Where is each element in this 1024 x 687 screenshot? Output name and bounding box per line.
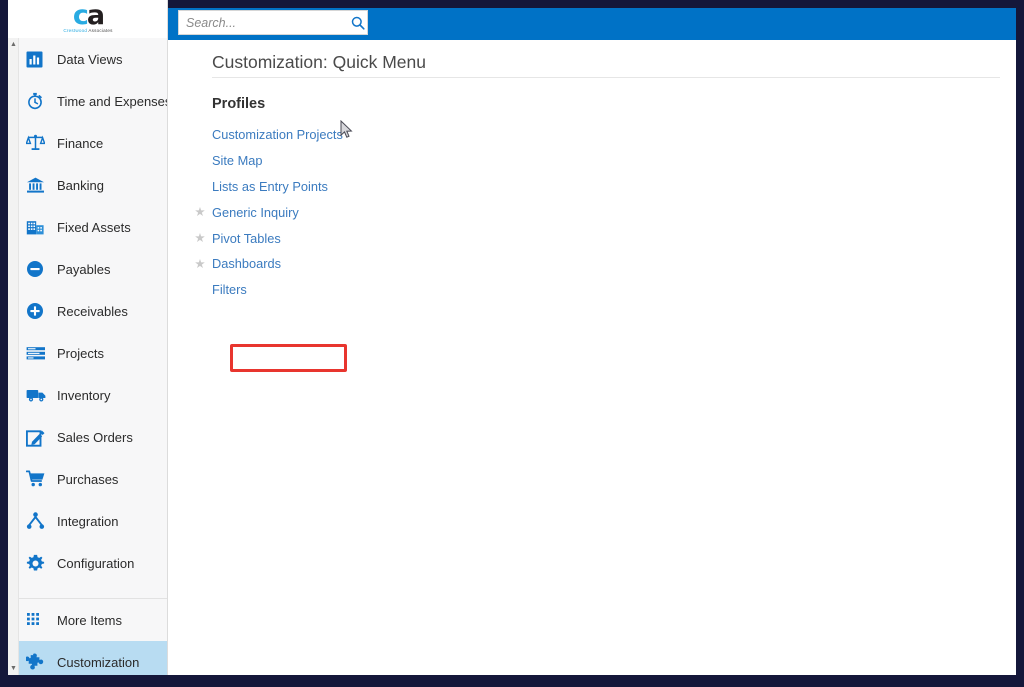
star-icon[interactable]: ★ <box>194 232 206 245</box>
link-lists-as-entry-points[interactable]: Lists as Entry Points <box>212 179 328 194</box>
sidebar-item-customization[interactable]: Customization <box>19 641 167 675</box>
link-generic-inquiry[interactable]: Generic Inquiry <box>212 205 299 220</box>
sidebar-item-label: Time and Expenses <box>57 93 168 109</box>
page-title: Customization: Quick Menu <box>212 52 426 72</box>
sidebar-item-label: Payables <box>57 261 111 277</box>
bank-icon <box>26 174 52 196</box>
sidebar-item-label: Receivables <box>57 303 128 319</box>
title-divider <box>212 77 1000 78</box>
sidebar-item-time-and-expenses[interactable]: Time and Expenses <box>19 80 168 122</box>
building-icon <box>26 216 52 238</box>
sidebar-item-label: Data Views <box>57 51 123 67</box>
main-content-area: Customization: Quick Menu Profiles Custo… <box>168 40 1016 675</box>
truck-icon <box>26 384 52 406</box>
list-item[interactable]: Filters <box>212 277 612 303</box>
list-item[interactable]: ★ Generic Inquiry <box>194 199 612 225</box>
sidebar-item-label: Finance <box>57 135 104 151</box>
sidebar-item-label: Configuration <box>57 555 135 571</box>
search-input[interactable] <box>179 15 349 30</box>
sidebar-item-banking[interactable]: Banking <box>19 164 167 206</box>
sidebar-item-integration[interactable]: Integration <box>19 500 167 542</box>
logo-subtitle-word1: Crestwood <box>63 28 88 33</box>
sidebar-item-data-views[interactable]: Data Views <box>19 38 167 80</box>
left-navigation-sidebar: ca Crestwood Associates ▲ ▼ Data Views T… <box>8 0 168 675</box>
bar-chart-icon <box>26 48 52 70</box>
sidebar-nav-list: Data Views Time and Expenses Finance Ban… <box>19 38 168 675</box>
application-window: ca Crestwood Associates ▲ ▼ Data Views T… <box>0 0 1024 687</box>
edit-square-icon <box>26 426 52 448</box>
node-tree-icon <box>26 510 52 532</box>
sidebar-item-label: Integration <box>57 513 119 529</box>
sidebar-item-label: Sales Orders <box>57 429 133 445</box>
sidebar-item-receivables[interactable]: Receivables <box>19 290 167 332</box>
list-item[interactable]: ★ Pivot Tables <box>194 225 612 251</box>
sidebar-item-label: Fixed Assets <box>57 219 131 235</box>
sidebar-item-label: Inventory <box>57 387 111 403</box>
logo-subtitle-word2: Associates <box>88 28 113 33</box>
sidebar-item-label: Customization <box>57 654 140 670</box>
minus-circle-icon <box>26 258 52 280</box>
star-icon[interactable]: ★ <box>194 257 206 270</box>
list-item[interactable]: Lists as Entry Points <box>212 174 612 200</box>
sidebar-item-fixed-assets[interactable]: Fixed Assets <box>19 206 167 248</box>
sidebar-item-label: Banking <box>57 177 104 193</box>
scroll-up-arrow-icon[interactable]: ▲ <box>9 40 18 49</box>
company-logo[interactable]: ca Crestwood Associates <box>8 0 167 38</box>
logo-letter-c: c <box>72 0 89 31</box>
list-bars-icon <box>26 342 52 364</box>
sidebar-item-purchases[interactable]: Purchases <box>19 458 167 500</box>
link-customization-projects[interactable]: Customization Projects <box>212 127 343 142</box>
cart-icon <box>26 468 52 490</box>
grid-dots-icon <box>26 609 52 631</box>
star-icon[interactable]: ★ <box>194 206 206 219</box>
logo-mark: ca <box>73 2 105 29</box>
sidebar-item-payables[interactable]: Payables <box>19 248 167 290</box>
search-box[interactable] <box>178 10 368 35</box>
link-dashboards[interactable]: Dashboards <box>212 256 281 271</box>
search-icon[interactable] <box>349 11 367 34</box>
logo-subtitle: Crestwood Associates <box>63 28 112 34</box>
sidebar-item-label: More Items <box>57 612 123 628</box>
sidebar-item-finance[interactable]: Finance <box>19 122 167 164</box>
stopwatch-icon <box>26 90 52 112</box>
sidebar-item-sales-orders[interactable]: Sales Orders <box>19 416 167 458</box>
sidebar-item-configuration[interactable]: Configuration <box>19 542 167 584</box>
section-heading-profiles: Profiles <box>212 96 266 112</box>
sidebar-item-more-items[interactable]: More Items <box>19 599 167 641</box>
list-item[interactable]: Site Map <box>212 148 612 174</box>
plus-circle-icon <box>26 300 52 322</box>
sidebar-item-inventory[interactable]: Inventory <box>19 374 167 416</box>
sidebar-scrollbar[interactable]: ▲ ▼ <box>8 38 19 675</box>
sidebar-item-projects[interactable]: Projects <box>19 332 167 374</box>
filters-highlight-annotation <box>230 344 347 372</box>
top-header-bar <box>168 8 1016 40</box>
sidebar-item-label: Purchases <box>57 471 119 487</box>
logo-letter-a: a <box>86 0 105 31</box>
scales-icon <box>26 132 52 154</box>
scroll-down-arrow-icon[interactable]: ▼ <box>9 664 18 673</box>
gear-icon <box>26 552 52 574</box>
sidebar-item-label: Projects <box>57 345 104 361</box>
puzzle-piece-icon <box>26 651 52 673</box>
link-pivot-tables[interactable]: Pivot Tables <box>212 231 281 246</box>
link-filters[interactable]: Filters <box>212 282 247 297</box>
link-site-map[interactable]: Site Map <box>212 153 263 168</box>
list-item[interactable]: ★ Dashboards <box>194 251 612 277</box>
list-item[interactable]: Customization Projects <box>212 122 612 148</box>
profiles-link-list: Customization Projects Site Map Lists as… <box>194 122 612 372</box>
